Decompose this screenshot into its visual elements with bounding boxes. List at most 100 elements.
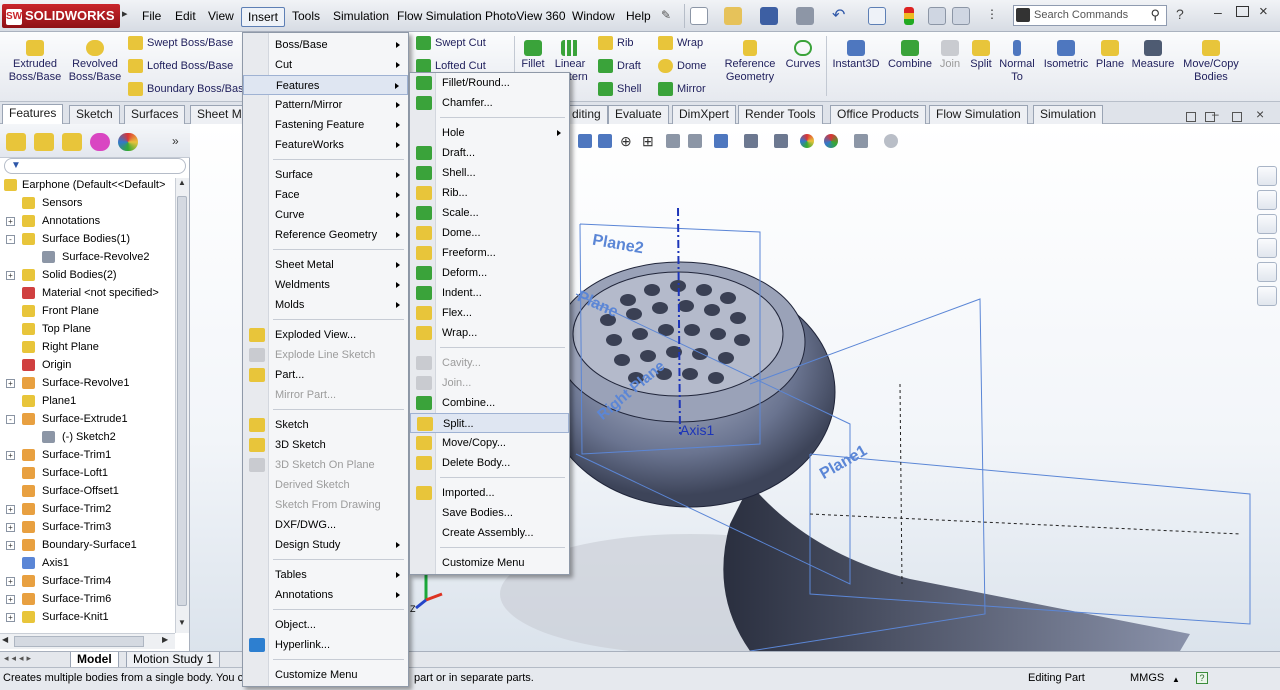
- insert-menu-item[interactable]: Cut: [243, 55, 408, 75]
- appearances-icon[interactable]: [1257, 262, 1277, 282]
- insert-menu-item[interactable]: Sheet Metal: [243, 255, 408, 275]
- tree-item[interactable]: + Solid Bodies(2): [0, 266, 175, 284]
- insert-menu-item[interactable]: Object...: [243, 615, 408, 635]
- toolbar-overflow-icon[interactable]: ⋮: [986, 7, 1000, 25]
- insert-menu-item[interactable]: 3D Sketch: [243, 435, 408, 455]
- tab-model[interactable]: Model: [70, 652, 119, 668]
- scroll-down-icon[interactable]: ▼: [176, 618, 188, 632]
- view-settings-icon[interactable]: [854, 134, 868, 148]
- expand-icon[interactable]: +: [6, 613, 15, 622]
- features-menu-item[interactable]: Shell...: [410, 163, 569, 183]
- scroll-up-icon[interactable]: ▲: [176, 178, 188, 192]
- tree-item[interactable]: + Annotations: [0, 212, 175, 230]
- tree-item[interactable]: + Surface-Trim1: [0, 446, 175, 464]
- dome-button[interactable]: Dome: [658, 59, 706, 73]
- units-up-icon[interactable]: ▲: [1172, 669, 1180, 690]
- window-restore-icon[interactable]: [1232, 112, 1242, 122]
- insert-menu-item[interactable]: Part...: [243, 365, 408, 385]
- collapse-icon[interactable]: -: [6, 235, 15, 244]
- tree-item[interactable]: (-) Sketch2: [0, 428, 175, 446]
- tab-render-tools[interactable]: Render Tools: [738, 105, 823, 124]
- display-manager-icon[interactable]: [118, 133, 138, 151]
- zoom-to-fit-icon[interactable]: ⊕: [620, 133, 632, 150]
- rebuild-icon[interactable]: [904, 7, 914, 25]
- custom-properties-icon[interactable]: [1257, 286, 1277, 306]
- select-arrow-icon[interactable]: [868, 7, 886, 25]
- tree-scroll-thumb[interactable]: [177, 196, 187, 606]
- tab-office-products[interactable]: Office Products: [830, 105, 926, 124]
- features-menu-item[interactable]: Customize Menu: [410, 553, 569, 573]
- scroll-left-icon[interactable]: ◀: [2, 635, 8, 644]
- window-cascade-icon[interactable]: [1186, 112, 1196, 122]
- tree-item[interactable]: + Surface-Trim3: [0, 518, 175, 536]
- new-document-icon[interactable]: [690, 7, 708, 25]
- features-menu-item[interactable]: Fillet/Round...: [410, 73, 569, 93]
- tree-horizontal-scrollbar[interactable]: ◀ ▶: [0, 633, 175, 649]
- expand-icon[interactable]: +: [6, 271, 15, 280]
- features-menu-item[interactable]: Combine...: [410, 393, 569, 413]
- normal-to-button[interactable]: Normal To: [998, 40, 1036, 84]
- configuration-manager-icon[interactable]: [62, 133, 82, 151]
- help-icon[interactable]: ?: [1176, 6, 1184, 22]
- display-style-icon[interactable]: [744, 134, 758, 148]
- insert-menu-item[interactable]: Weldments: [243, 275, 408, 295]
- print-icon[interactable]: [796, 7, 814, 25]
- features-menu-item[interactable]: Rib...: [410, 183, 569, 203]
- view-orientation-dropdown-icon[interactable]: [714, 134, 728, 148]
- apply-scene-icon[interactable]: [824, 134, 838, 148]
- features-menu-item[interactable]: Join...: [410, 373, 569, 393]
- features-menu-item[interactable]: Deform...: [410, 263, 569, 283]
- insert-menu-item[interactable]: Boss/Base: [243, 35, 408, 55]
- shell-button[interactable]: Shell: [598, 82, 641, 96]
- save-icon[interactable]: [760, 7, 778, 25]
- tree-item[interactable]: - Surface Bodies(1): [0, 230, 175, 248]
- expand-icon[interactable]: +: [6, 577, 15, 586]
- wrap-button[interactable]: Wrap: [658, 36, 703, 50]
- tree-filter-field[interactable]: ▼: [4, 158, 186, 174]
- insert-menu-item[interactable]: Surface: [243, 165, 408, 185]
- split-button[interactable]: Split: [966, 40, 996, 71]
- insert-menu-item[interactable]: Sketch From Drawing: [243, 495, 408, 515]
- menu-flow-simulation[interactable]: Flow Simulation: [391, 7, 488, 27]
- tree-item[interactable]: + Boundary-Surface1: [0, 536, 175, 554]
- window-minimize-icon[interactable]: –: [1212, 107, 1219, 121]
- expand-icon[interactable]: +: [6, 541, 15, 550]
- features-menu-item[interactable]: Hole: [410, 123, 569, 143]
- rib-button[interactable]: Rib: [598, 36, 634, 50]
- minimize-icon[interactable]: –: [1214, 4, 1222, 20]
- home-icon[interactable]: [1257, 166, 1277, 186]
- features-menu-item[interactable]: Create Assembly...: [410, 523, 569, 543]
- open-folder-icon[interactable]: [724, 7, 742, 25]
- hide-show-items-icon[interactable]: [774, 134, 788, 148]
- insert-menu-item[interactable]: Features: [243, 75, 408, 95]
- expand-icon[interactable]: +: [6, 505, 15, 514]
- menu-help[interactable]: Help: [620, 7, 657, 27]
- insert-menu-item[interactable]: Exploded View...: [243, 325, 408, 345]
- section-view-icon[interactable]: [666, 134, 680, 148]
- tree-item[interactable]: Origin: [0, 356, 175, 374]
- insert-menu-item[interactable]: Derived Sketch: [243, 475, 408, 495]
- lofted-cut-button[interactable]: Lofted Cut: [416, 59, 486, 73]
- menu-insert[interactable]: Insert: [241, 7, 286, 27]
- collapse-icon[interactable]: -: [6, 415, 15, 424]
- tree-item[interactable]: - Surface-Extrude1: [0, 410, 175, 428]
- tree-item[interactable]: + Surface-Trim4: [0, 572, 175, 590]
- menu-view[interactable]: View: [202, 7, 240, 27]
- edit-appearance-icon[interactable]: [800, 134, 814, 148]
- tree-item[interactable]: Surface-Loft1: [0, 464, 175, 482]
- features-menu-item[interactable]: Chamfer...: [410, 93, 569, 113]
- insert-menu-item[interactable]: Design Study: [243, 535, 408, 555]
- tree-root-part[interactable]: Earphone (Default<<Default>: [0, 176, 175, 194]
- restore-icon[interactable]: [1236, 6, 1249, 17]
- expand-icon[interactable]: +: [6, 379, 15, 388]
- tab-direct-editing[interactable]: diting: [566, 105, 608, 124]
- insert-menu-item[interactable]: Mirror Part...: [243, 385, 408, 405]
- menu-window[interactable]: Window: [566, 7, 621, 27]
- options-icon[interactable]: [952, 7, 970, 25]
- features-menu-item[interactable]: Save Bodies...: [410, 503, 569, 523]
- menu-file[interactable]: File: [136, 7, 167, 27]
- features-menu-item[interactable]: Scale...: [410, 203, 569, 223]
- dynamic-annotation-icon[interactable]: [688, 134, 702, 148]
- tree-item[interactable]: Sensors: [0, 194, 175, 212]
- features-menu-item[interactable]: Dome...: [410, 223, 569, 243]
